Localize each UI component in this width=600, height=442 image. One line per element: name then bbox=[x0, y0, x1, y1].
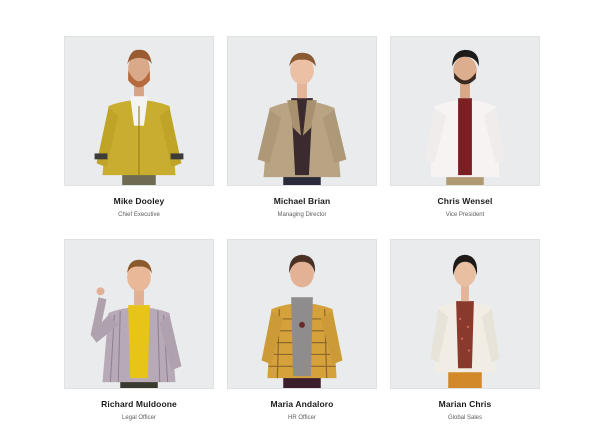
person-portrait-icon bbox=[261, 254, 343, 388]
member-photo bbox=[64, 36, 214, 186]
member-role: Chief Executive bbox=[118, 212, 160, 218]
person-portrait-icon bbox=[424, 49, 506, 185]
member-photo bbox=[390, 239, 540, 389]
person-portrait-icon bbox=[94, 49, 184, 185]
member-photo bbox=[227, 239, 377, 389]
team-member-card: Mike Dooley Chief Executive bbox=[64, 36, 214, 239]
person-portrait-icon bbox=[430, 254, 500, 388]
member-role: Legal Officer bbox=[122, 415, 156, 421]
member-name: Chris Wensel bbox=[437, 196, 493, 206]
member-name: Marian Chris bbox=[438, 399, 492, 409]
member-role: HR Officer bbox=[288, 415, 316, 421]
member-photo bbox=[227, 36, 377, 186]
member-name: Mike Dooley bbox=[113, 196, 165, 206]
member-name: Michael Brian bbox=[273, 196, 331, 206]
member-name: Richard Muldoone bbox=[101, 399, 177, 409]
team-grid: Mike Dooley Chief Executive Michael Bria… bbox=[64, 36, 540, 442]
member-name: Maria Andaloro bbox=[270, 399, 334, 409]
team-member-card: Marian Chris Global Sales bbox=[390, 239, 540, 442]
member-role: Global Sales bbox=[447, 415, 483, 421]
team-member-card: Richard Muldoone Legal Officer bbox=[64, 239, 214, 442]
member-photo bbox=[390, 36, 540, 186]
person-portrait-icon bbox=[257, 52, 347, 185]
person-portrait-icon bbox=[90, 259, 182, 388]
member-role: Vice President bbox=[445, 212, 485, 218]
member-photo bbox=[64, 239, 214, 389]
member-role: Managing Director bbox=[277, 212, 327, 218]
team-member-card: Maria Andaloro HR Officer bbox=[227, 239, 377, 442]
team-member-card: Chris Wensel Vice President bbox=[390, 36, 540, 239]
team-member-card: Michael Brian Managing Director bbox=[227, 36, 377, 239]
